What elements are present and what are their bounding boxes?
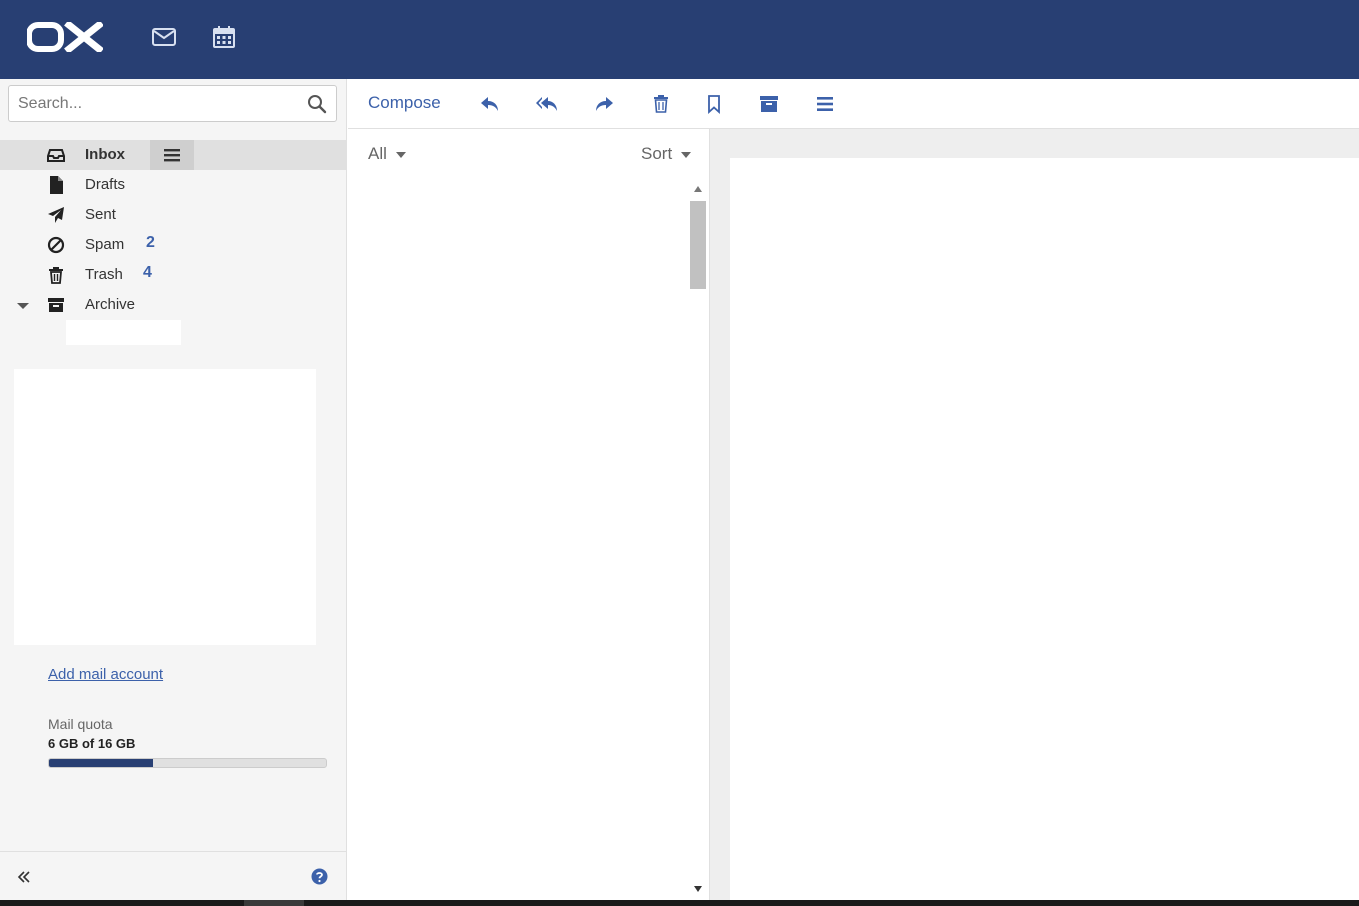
trash-icon xyxy=(49,267,63,284)
delete-icon[interactable] xyxy=(650,93,672,115)
flag-icon[interactable] xyxy=(703,93,725,115)
ban-icon xyxy=(47,236,65,254)
calendar-icon[interactable] xyxy=(211,24,237,50)
unread-count: 2 xyxy=(146,234,155,251)
search-icon[interactable] xyxy=(307,94,327,114)
mail-icon[interactable] xyxy=(151,24,177,50)
empty-panel xyxy=(14,369,316,645)
folder-label: Inbox xyxy=(85,146,125,163)
forward-icon[interactable] xyxy=(593,93,615,115)
scroll-down-arrow-icon[interactable] xyxy=(693,885,703,893)
folder-sidebar: Inbox Drafts Sent Spam 2 xyxy=(0,79,347,900)
folder-label: Spam xyxy=(85,236,125,253)
reply-icon[interactable] xyxy=(479,93,501,115)
archive-icon[interactable] xyxy=(758,93,780,115)
filter-label: All xyxy=(368,144,387,163)
file-icon xyxy=(50,176,63,194)
compose-button[interactable]: Compose xyxy=(368,93,441,113)
folder-archive[interactable]: Archive xyxy=(0,290,346,320)
ox-logo[interactable] xyxy=(27,22,103,52)
quota-bar xyxy=(48,758,327,768)
folder-label: Trash xyxy=(85,266,123,283)
bottom-bar xyxy=(0,900,1359,906)
folder-label: Sent xyxy=(85,206,116,223)
bottom-bar-segment xyxy=(244,900,304,906)
scroll-up-arrow-icon[interactable] xyxy=(693,185,703,193)
help-icon[interactable] xyxy=(311,868,328,885)
quota-fill xyxy=(49,759,153,767)
reply-all-icon[interactable] xyxy=(536,93,558,115)
folder-drafts[interactable]: Drafts xyxy=(0,170,346,200)
subfolder-placeholder xyxy=(66,320,181,345)
folder-label: Drafts xyxy=(85,176,126,193)
folder-inbox[interactable]: Inbox xyxy=(0,140,346,170)
add-mail-account-link[interactable]: Add mail account xyxy=(48,666,163,683)
filter-dropdown[interactable]: All xyxy=(368,144,406,164)
mail-detail-card xyxy=(730,158,1359,900)
mail-detail-pane xyxy=(710,129,1359,900)
inbox-icon xyxy=(47,149,65,162)
folder-trash[interactable]: Trash 4 xyxy=(0,260,346,290)
folder-sent[interactable]: Sent xyxy=(0,200,346,230)
caret-down-icon xyxy=(395,151,406,158)
sort-label: Sort xyxy=(641,144,673,163)
mail-list: All Sort xyxy=(348,129,710,900)
top-bar xyxy=(0,0,1359,79)
search-input[interactable] xyxy=(9,86,299,121)
quota-value: 6 GB of 16 GB xyxy=(48,736,136,751)
folder-label: Archive xyxy=(85,296,136,313)
archive-icon xyxy=(48,298,64,312)
hamburger-icon xyxy=(164,149,180,162)
sidebar-footer xyxy=(0,851,346,900)
more-icon[interactable] xyxy=(814,93,836,115)
chevron-down-icon[interactable] xyxy=(16,301,30,311)
search-box xyxy=(8,85,337,122)
folder-spam[interactable]: Spam 2 xyxy=(0,230,346,260)
collapse-sidebar-icon[interactable] xyxy=(17,870,31,884)
sort-dropdown[interactable]: Sort xyxy=(641,144,691,164)
mail-toolbar: Compose xyxy=(348,79,1359,129)
scrollbar-thumb[interactable] xyxy=(690,201,706,289)
paper-plane-icon xyxy=(48,207,64,223)
folder-options-button[interactable] xyxy=(150,140,194,170)
unread-count: 4 xyxy=(143,264,152,281)
caret-down-icon xyxy=(680,151,691,158)
quota-label: Mail quota xyxy=(48,716,113,732)
